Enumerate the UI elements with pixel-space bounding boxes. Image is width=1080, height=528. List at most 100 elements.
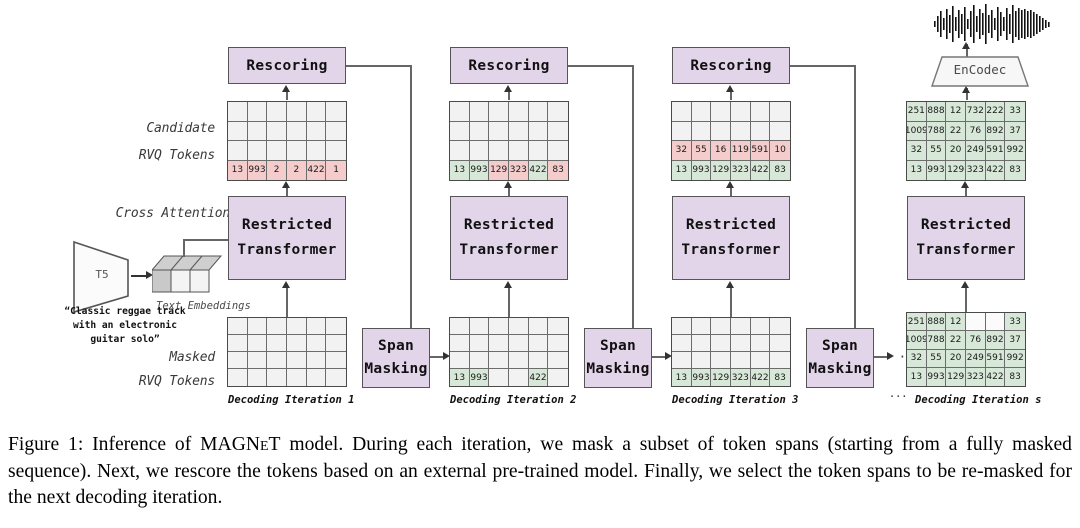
token-cell: [228, 121, 248, 141]
token-cell: [489, 141, 509, 161]
token-cell: 993: [691, 160, 712, 180]
arrow-tf3-to-cand3-head: [726, 181, 734, 188]
caption-prefix: Figure 1: Inference of: [8, 434, 201, 455]
token-cell: [267, 335, 287, 352]
span-masking-label-3a: Span: [821, 337, 859, 354]
token-cell: 251: [907, 313, 927, 332]
token-cell: [672, 335, 692, 352]
token-cell: [548, 102, 568, 122]
token-cell: [508, 369, 529, 386]
token-cell: [286, 318, 307, 335]
token-cell: 37: [1005, 331, 1025, 350]
token-cell: [247, 141, 268, 161]
arrow-mask4-to-tf4-head: [961, 281, 969, 288]
token-cell: 55: [926, 141, 947, 161]
arrow-span2-out-line: [652, 356, 666, 358]
transformer-box-2[interactable]: Restricted Transformer: [450, 196, 568, 280]
token-cell: [750, 335, 771, 352]
token-cell: [711, 318, 731, 335]
token-cell: 12: [946, 102, 966, 122]
transformer-box-1[interactable]: Restricted Transformer: [228, 196, 346, 280]
token-cell: [228, 102, 248, 122]
token-cell: [228, 369, 248, 386]
token-cell: 83: [770, 369, 790, 386]
rescoring-label-3: Rescoring: [690, 57, 772, 74]
token-cell: [247, 102, 268, 122]
token-cell: [508, 141, 529, 161]
span-masking-label-2b: Masking: [586, 361, 650, 377]
arrow-t5-to-embeddings-line: [131, 275, 146, 277]
token-cell: 249: [965, 141, 986, 161]
prompt-line-1: “Classic reggae track: [64, 306, 186, 317]
audio-waveform: [934, 4, 1050, 44]
arrow-cand2-to-rescoring-head: [504, 85, 512, 92]
transformer-label-4b: Transformer: [916, 242, 1016, 258]
token-cell: 222: [985, 102, 1006, 122]
route-resc2-v: [632, 65, 634, 328]
text-prompt: “Classic reggae track with an electronic…: [20, 305, 230, 347]
rescoring-box-2[interactable]: Rescoring: [450, 47, 568, 84]
route-resc2-h: [568, 65, 634, 67]
token-cell: [306, 352, 327, 369]
token-cell: [286, 335, 307, 352]
rescoring-box-3[interactable]: Rescoring: [672, 47, 790, 84]
span-masking-label-2a: Span: [599, 337, 637, 354]
token-cell: 83: [770, 160, 790, 180]
masked-grid-3: 13 993 129 323 422 83: [671, 317, 791, 387]
token-cell: 992: [1005, 349, 1025, 368]
transformer-box-4[interactable]: Restricted Transformer: [907, 196, 1025, 280]
masked-grid-1: [227, 317, 347, 387]
token-cell: [965, 313, 986, 332]
span-masking-box-3[interactable]: Span Masking: [806, 328, 874, 388]
label-cross-attention: Cross Attention: [115, 206, 231, 221]
token-cell: 33: [1005, 102, 1025, 122]
rescoring-label-1: Rescoring: [246, 57, 328, 74]
token-cell: [730, 352, 751, 369]
rescoring-label-2: Rescoring: [468, 57, 550, 74]
token-cell: 129: [946, 160, 966, 180]
token-cell: [286, 369, 307, 386]
route-resc1-h: [346, 65, 412, 67]
token-cell: [691, 352, 712, 369]
token-cell: [528, 352, 549, 369]
token-cell: 20: [946, 349, 966, 368]
token-cell: [691, 121, 712, 141]
token-cell: [286, 141, 307, 161]
arrow-cand1-to-rescoring-head: [282, 85, 290, 92]
token-cell: 13: [228, 160, 248, 180]
token-cell: [730, 121, 751, 141]
token-cell: [672, 102, 692, 122]
rescoring-box-1[interactable]: Rescoring: [228, 47, 346, 84]
token-cell: [489, 352, 509, 369]
transformer-box-3[interactable]: Restricted Transformer: [672, 196, 790, 280]
span-masking-box-2[interactable]: Span Masking: [584, 328, 652, 388]
candidate-grid-3: 32 55 16 119 591 10 13 993 129 323 422 83: [671, 101, 791, 181]
iteration-label-4: Decoding Iteration s: [915, 394, 1042, 406]
token-cell: [247, 335, 268, 352]
token-cell: 422: [306, 160, 327, 180]
token-cell: [228, 335, 248, 352]
label-candidate-rvq-line2: RVQ Tokens: [138, 148, 215, 163]
token-cell: [306, 318, 327, 335]
token-cell: [528, 335, 549, 352]
token-cell: [508, 121, 529, 141]
transformer-label-4a: Restricted: [920, 216, 1012, 233]
token-cell: 888: [926, 313, 947, 332]
token-cell: 591: [985, 349, 1006, 368]
token-cell: 422: [528, 160, 549, 180]
arrow-grid-to-encodec-head: [962, 86, 970, 93]
token-cell: 323: [965, 160, 986, 180]
token-cell: 788: [926, 331, 947, 350]
token-cell: 591: [750, 141, 771, 161]
span-masking-label-1b: Masking: [364, 361, 428, 377]
token-cell: 16: [711, 141, 731, 161]
masked-grid-4: 2518881233100978822768923732552024959199…: [906, 312, 1026, 387]
token-cell: 323: [508, 160, 529, 180]
span-masking-box-1[interactable]: Span Masking: [362, 328, 430, 388]
token-cell: 993: [247, 160, 268, 180]
token-cell: [450, 335, 470, 352]
token-cell: [326, 352, 346, 369]
token-cell: [267, 369, 287, 386]
token-cell: [247, 121, 268, 141]
arrow-mask2-to-tf2-line: [508, 284, 510, 317]
